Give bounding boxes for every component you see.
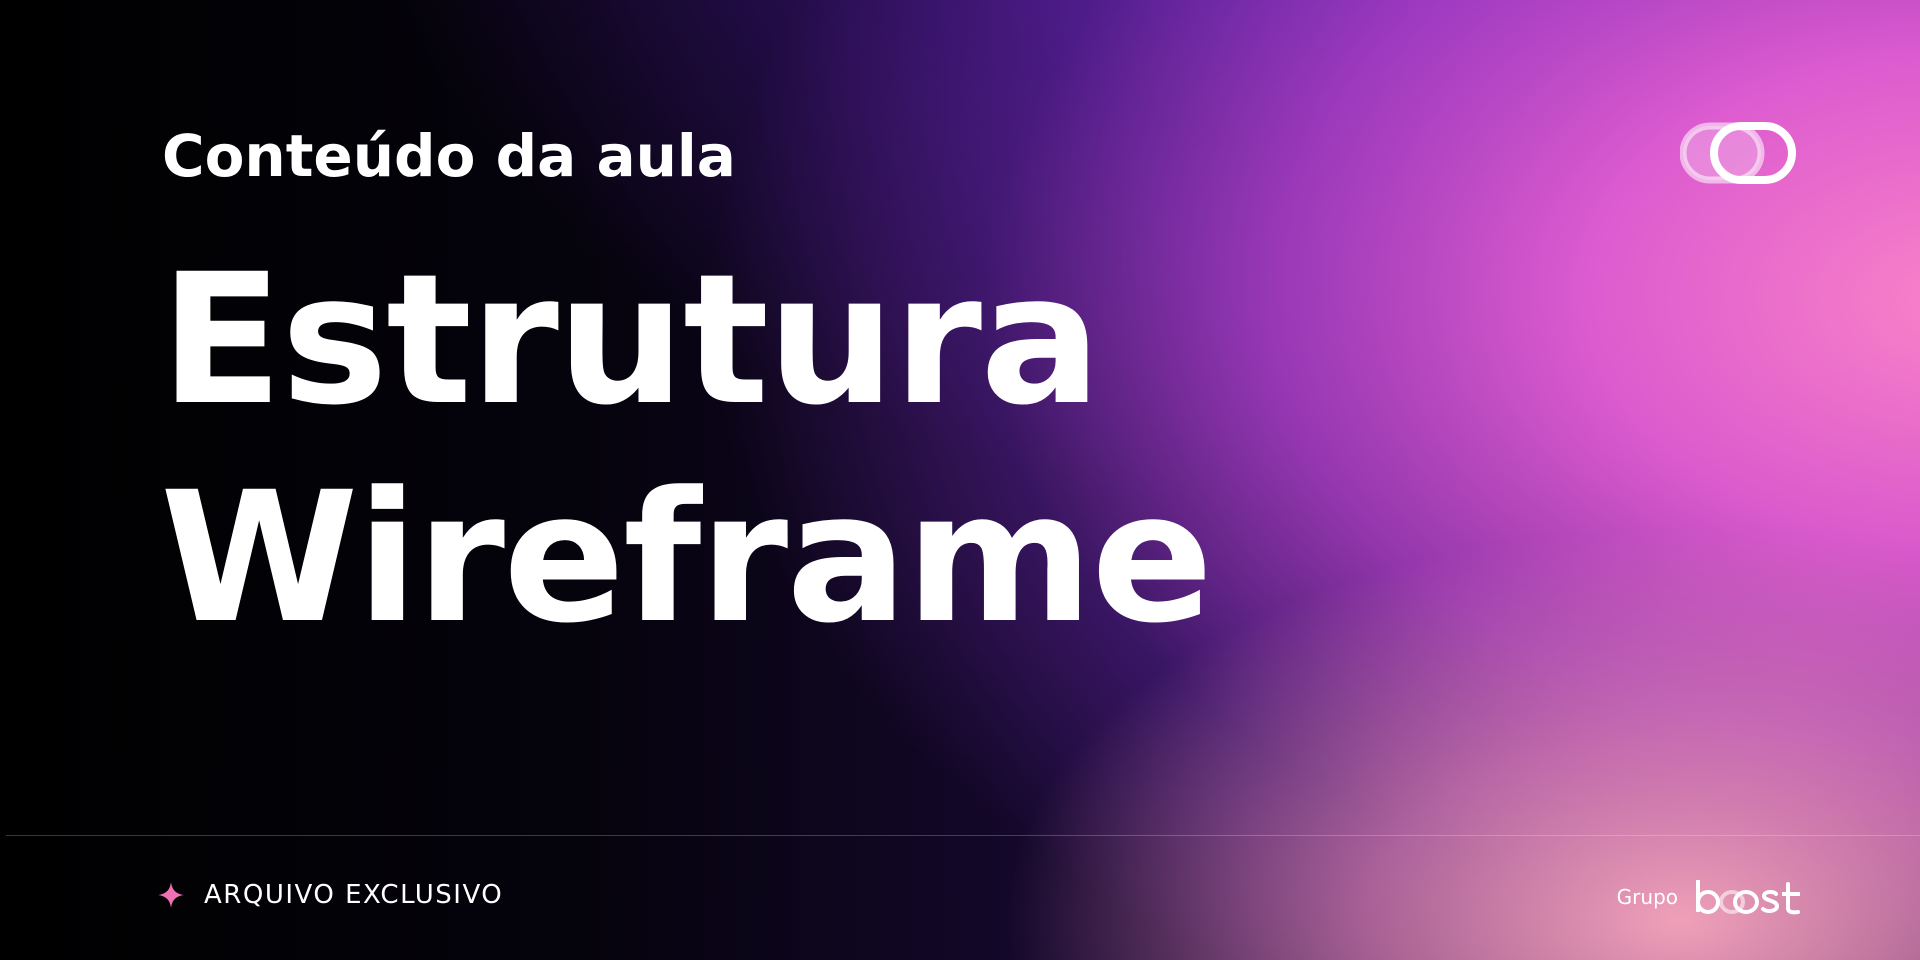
- exclusive-badge: ARQUIVO EXCLUSIVO: [158, 880, 503, 910]
- exclusive-label: ARQUIVO EXCLUSIVO: [204, 880, 504, 910]
- boost-logo: [1696, 880, 1800, 915]
- linked-rings-logo-icon: [1680, 122, 1796, 184]
- footer-divider: [6, 835, 1920, 836]
- lesson-title-line-1: Estrutura: [160, 236, 1101, 445]
- brand-prefix: Grupo: [1616, 885, 1678, 909]
- lesson-subtitle: Conteúdo da aula: [162, 122, 736, 190]
- lesson-cover: Conteúdo da aula Estrutura Wireframe ARQ…: [0, 0, 1920, 960]
- lesson-title: Estrutura Wireframe: [160, 232, 1213, 668]
- lesson-title-line-2: Wireframe: [160, 454, 1213, 663]
- sparkle-icon: [158, 882, 184, 908]
- brand-signature: Grupo: [1617, 878, 1804, 916]
